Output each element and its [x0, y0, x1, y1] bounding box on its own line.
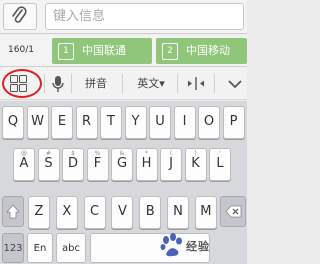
microphone-icon[interactable]: [50, 73, 66, 95]
key-letter: V: [117, 204, 127, 219]
key-z[interactable]: Z: [28, 196, 50, 229]
key-k[interactable]: ) K: [184, 148, 207, 181]
key-b[interactable]: B: [139, 196, 162, 229]
key-letter: K: [191, 156, 200, 171]
key-w[interactable]: W: [26, 106, 49, 139]
key-letter: Z: [34, 204, 44, 219]
backspace-icon: [225, 205, 242, 218]
baidu-paw-logo: [158, 232, 186, 258]
sim2-label: 中国移动: [186, 44, 230, 57]
key-l[interactable]: ' L: [209, 148, 231, 181]
key-d[interactable]: $ D: [62, 148, 84, 181]
key-e[interactable]: E: [51, 106, 73, 139]
toolbar-divider: [177, 74, 178, 93]
english-mode-button[interactable]: 英文▾: [130, 70, 172, 97]
sim1-badge: 1: [58, 43, 74, 60]
char-counter: 160/1: [8, 45, 34, 55]
key-f[interactable]: % F: [86, 148, 109, 181]
key-j[interactable]: (J: [160, 148, 182, 181]
key-n[interactable]: N: [167, 196, 189, 229]
key-letter: E: [57, 114, 67, 129]
key-y[interactable]: Y: [124, 106, 147, 139]
sim1-label: 中国联通: [82, 44, 126, 57]
key-g[interactable]: & G: [111, 148, 133, 181]
paperclip-icon: [12, 6, 27, 23]
send-sim1-button[interactable]: 1 中国联通: [52, 38, 152, 64]
toolbar-divider: [122, 74, 123, 93]
key-letter: O: [203, 114, 215, 129]
key-letter: C: [90, 204, 100, 219]
en-key[interactable]: En: [27, 233, 53, 263]
toolbar-divider: [71, 74, 72, 93]
backspace-key[interactable]: [220, 196, 246, 227]
key-letter: L: [216, 156, 224, 171]
watermark-text: 经验: [186, 240, 210, 253]
send-sim2-button[interactable]: 2 中国移动: [156, 38, 247, 64]
key-letter: R: [81, 114, 92, 129]
chevron-down-icon[interactable]: [225, 70, 245, 97]
abc-key[interactable]: abc: [56, 233, 86, 263]
key-u[interactable]: U: [149, 106, 171, 139]
key-c[interactable]: C: [83, 196, 106, 229]
key-letter: A: [19, 156, 29, 171]
key-letter: N: [173, 204, 183, 219]
cursor-move-glyph: [188, 77, 204, 90]
key-letter: H: [141, 156, 152, 171]
key-a[interactable]: @ A: [13, 148, 35, 181]
key-letter: G: [116, 156, 128, 171]
key-letter: D: [67, 156, 78, 171]
key-letter: Q: [7, 114, 19, 129]
cursor-move-icon[interactable]: [183, 70, 209, 97]
key-v[interactable]: V: [111, 196, 134, 229]
pinyin-mode-button[interactable]: 拼音: [76, 70, 116, 97]
key-r[interactable]: R: [75, 106, 98, 139]
shift-key[interactable]: [2, 196, 24, 227]
key-letter: F: [93, 156, 102, 171]
key-i[interactable]: I: [173, 106, 196, 139]
key-p[interactable]: P: [222, 106, 245, 139]
key-letter: J: [169, 156, 173, 171]
key-letter: W: [31, 114, 44, 129]
key-t[interactable]: T: [100, 106, 122, 139]
mic-glyph: [52, 76, 64, 92]
key-letter: I: [182, 114, 187, 129]
shift-arrow-icon: [6, 204, 20, 219]
numeric-key[interactable]: 123: [2, 233, 24, 263]
key-letter: S: [44, 156, 53, 171]
key-letter: U: [155, 114, 165, 129]
key-letter: X: [62, 204, 72, 219]
key-o[interactable]: O: [198, 106, 220, 139]
sim2-badge: 2: [162, 43, 178, 60]
highlight-circle: [2, 69, 42, 98]
toolbar-divider: [214, 74, 215, 93]
toolbar-divider: [44, 74, 45, 93]
key-s[interactable]: # S: [37, 148, 60, 181]
key-letter: B: [145, 204, 155, 219]
attach-button[interactable]: [3, 3, 37, 30]
key-x[interactable]: X: [55, 196, 78, 229]
key-letter: P: [229, 114, 238, 129]
message-input[interactable]: 键入信息: [45, 3, 244, 30]
key-h[interactable]: * H: [135, 148, 158, 181]
key-q[interactable]: Q: [2, 106, 24, 139]
key-letter: M: [200, 204, 212, 219]
key-letter: T: [107, 114, 115, 129]
key-letter: Y: [131, 114, 140, 129]
key-m[interactable]: M: [194, 196, 217, 229]
chevron-glyph: [228, 80, 242, 89]
